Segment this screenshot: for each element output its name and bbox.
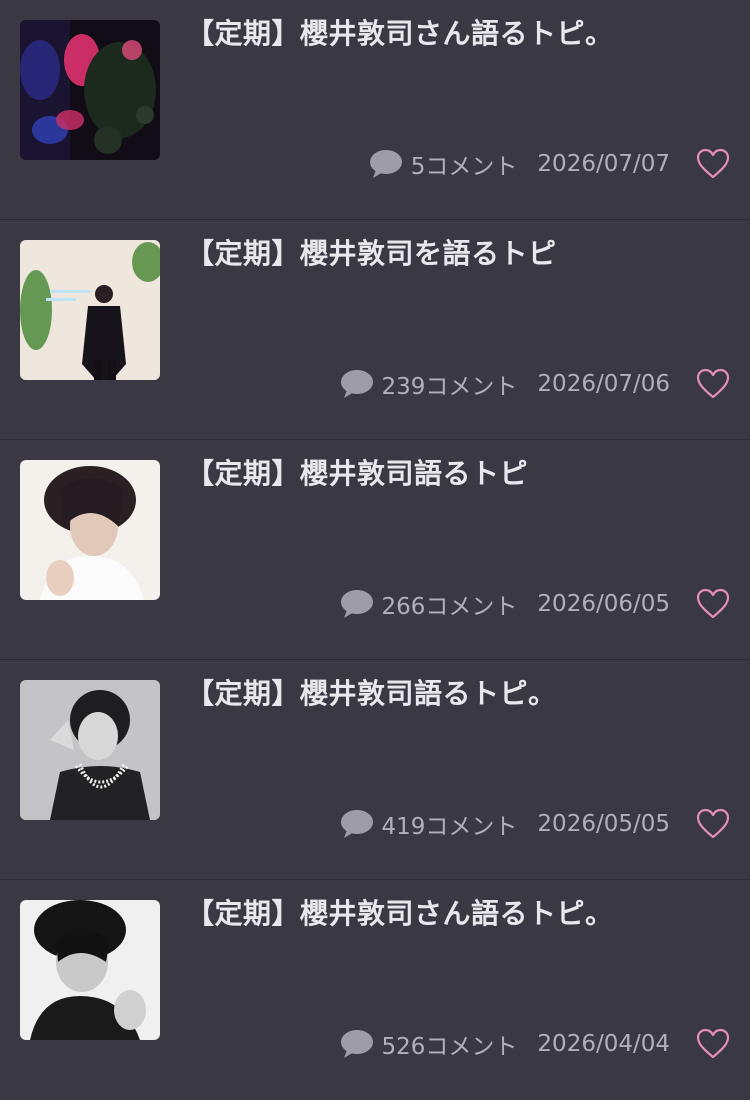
heart-icon[interactable] [696, 148, 730, 180]
topic-thumbnail[interactable] [20, 900, 160, 1040]
topic-title[interactable]: 【定期】櫻井敦司さん語るトピ。 [186, 894, 726, 934]
comment-icon [369, 148, 403, 180]
comment-count: 526コメント [381, 1034, 518, 1060]
topic-meta: 419コメント 2026/05/05 [340, 804, 730, 844]
topic-date: 2026/07/07 [537, 151, 670, 177]
topic-row[interactable]: 【定期】櫻井敦司を語るトピ 239コメント 2026/07/06 [0, 220, 750, 440]
topic-thumbnail[interactable] [20, 20, 160, 160]
comment-icon [340, 1028, 374, 1060]
topic-title[interactable]: 【定期】櫻井敦司語るトピ。 [186, 674, 726, 714]
comment-count: 5コメント [410, 154, 518, 180]
topic-date: 2026/07/06 [537, 371, 670, 397]
topic-thumbnail[interactable] [20, 240, 160, 380]
topic-thumbnail[interactable] [20, 460, 160, 600]
heart-icon[interactable] [696, 1028, 730, 1060]
thumbnail-image-monochrome-pearls [20, 680, 160, 820]
topic-title[interactable]: 【定期】櫻井敦司を語るトピ [186, 234, 726, 274]
heart-icon[interactable] [696, 368, 730, 400]
thumbnail-image-portrait-white-shirt [20, 460, 160, 600]
topic-meta: 5コメント 2026/07/07 [369, 144, 730, 184]
topic-thumbnail[interactable] [20, 680, 160, 820]
comment-count: 266コメント [381, 594, 518, 620]
comment-count: 239コメント [381, 374, 518, 400]
topic-row[interactable]: 【定期】櫻井敦司さん語るトピ。 5コメント 2026/07/07 [0, 0, 750, 220]
thumbnail-image-monochrome-curly-hair [20, 900, 160, 1040]
topic-meta: 266コメント 2026/06/05 [340, 584, 730, 624]
topic-meta: 239コメント 2026/07/06 [340, 364, 730, 404]
topic-row[interactable]: 【定期】櫻井敦司語るトピ 266コメント 2026/06/05 [0, 440, 750, 660]
topic-row[interactable]: 【定期】櫻井敦司語るトピ。 419コメント 2026/05/05 [0, 660, 750, 880]
topic-title[interactable]: 【定期】櫻井敦司さん語るトピ。 [186, 14, 726, 54]
topic-date: 2026/06/05 [537, 591, 670, 617]
topic-date: 2026/04/04 [537, 1031, 670, 1057]
thumbnail-image-man-in-black [20, 240, 160, 380]
topic-row[interactable]: 【定期】櫻井敦司さん語るトピ。 526コメント 2026/04/04 [0, 880, 750, 1100]
topic-meta: 526コメント 2026/04/04 [340, 1024, 730, 1064]
topic-title[interactable]: 【定期】櫻井敦司語るトピ [186, 454, 726, 494]
heart-icon[interactable] [696, 808, 730, 840]
comment-icon [340, 808, 374, 840]
thumbnail-image-artistic-red-blue [20, 20, 160, 160]
comment-icon [340, 368, 374, 400]
topic-list: 【定期】櫻井敦司さん語るトピ。 5コメント 2026/07/07 【定期】櫻井敦… [0, 0, 750, 1068]
comment-icon [340, 588, 374, 620]
comment-count: 419コメント [381, 814, 518, 840]
topic-date: 2026/05/05 [537, 811, 670, 837]
heart-icon[interactable] [696, 588, 730, 620]
